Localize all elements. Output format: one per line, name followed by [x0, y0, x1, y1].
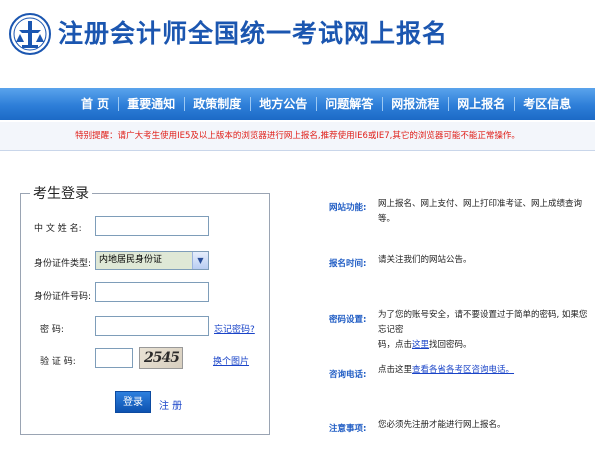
hotline-text: 点击这里查看各省各考区咨询电话。: [378, 363, 514, 378]
nav-item-faq[interactable]: 问题解答: [316, 88, 382, 120]
captcha-image-text: 2545: [144, 350, 180, 366]
hotline-text-a: 点击这里: [378, 365, 413, 375]
nav-item-home[interactable]: 首 页: [72, 88, 118, 120]
password-label: 密 码:: [40, 325, 64, 335]
captcha-label: 验 证 码:: [40, 357, 76, 367]
password-setting-text-a: 为了您的账号安全，请不要设置过于简单的密码, 如果您忘记密: [378, 310, 588, 335]
id-number-input[interactable]: [95, 282, 209, 302]
register-link[interactable]: 注 册: [159, 397, 182, 412]
chevron-down-icon[interactable]: ▼: [192, 252, 208, 269]
notes-label: 注意事项:: [329, 424, 367, 434]
hotline-link[interactable]: 查看各省各考区咨询电话。: [412, 365, 514, 375]
id-type-select[interactable]: 内地居民身份证 ▼: [95, 251, 209, 270]
captcha-input[interactable]: [95, 348, 133, 368]
name-label: 中 文 姓 名:: [34, 224, 82, 234]
password-input[interactable]: [95, 316, 209, 336]
nav-item-exam-areas[interactable]: 考区信息: [514, 88, 580, 120]
captcha-image: 2545: [139, 347, 183, 369]
features-label: 网站功能:: [329, 203, 367, 213]
registration-time-label: 报名时间:: [329, 259, 367, 269]
login-button[interactable]: 登录: [115, 391, 151, 413]
main-nav: 首 页 重要通知 政策制度 地方公告 问题解答 网报流程 网上报名 考区信息: [0, 88, 595, 120]
nav-item-process[interactable]: 网报流程: [382, 88, 448, 120]
features-text: 网上报名、网上支付、网上打印准考证、网上成绩查询等。: [378, 199, 583, 224]
site-title: 注册会计师全国统一考试网上报名: [58, 19, 449, 48]
cicpa-logo-icon: [9, 13, 51, 55]
browser-notice: 特别提醒：请广大考生使用IE5及以上版本的浏览器进行网上报名,推荐使用IE6或I…: [75, 131, 520, 141]
forgot-password-link[interactable]: 忘记密码?: [214, 322, 255, 335]
nav-item-online-registration[interactable]: 网上报名: [448, 88, 514, 120]
hotline-label: 咨询电话:: [329, 370, 367, 380]
nav-item-policies[interactable]: 政策制度: [184, 88, 250, 120]
password-setting-text: 为了您的账号安全，请不要设置过于简单的密码, 如果您忘记密 码，点击这里找回密码…: [378, 308, 590, 353]
login-legend: 考生登录: [30, 183, 92, 203]
registration-time-text: 请关注我们的网站公告。: [378, 255, 472, 265]
nav-item-notices[interactable]: 重要通知: [118, 88, 184, 120]
name-input[interactable]: [95, 216, 209, 236]
nav-item-local-announcements[interactable]: 地方公告: [250, 88, 316, 120]
id-type-label: 身份证件类型:: [34, 259, 92, 269]
password-setting-text-b: 码，点击: [378, 340, 413, 350]
password-recovery-link[interactable]: 这里: [412, 340, 429, 350]
notes-text: 您必须先注册才能进行网上报名。: [378, 420, 506, 430]
id-number-label: 身份证件号码:: [34, 292, 92, 302]
header: 注册会计师全国统一考试网上报名: [0, 0, 595, 84]
id-type-selected: 内地居民身份证: [99, 255, 163, 265]
notice-bar: 特别提醒：请广大考生使用IE5及以上版本的浏览器进行网上报名,推荐使用IE6或I…: [0, 122, 595, 151]
password-setting-text-c: 找回密码。: [429, 340, 472, 350]
change-captcha-link[interactable]: 换个图片: [213, 354, 249, 367]
password-setting-label: 密码设置:: [329, 315, 367, 325]
